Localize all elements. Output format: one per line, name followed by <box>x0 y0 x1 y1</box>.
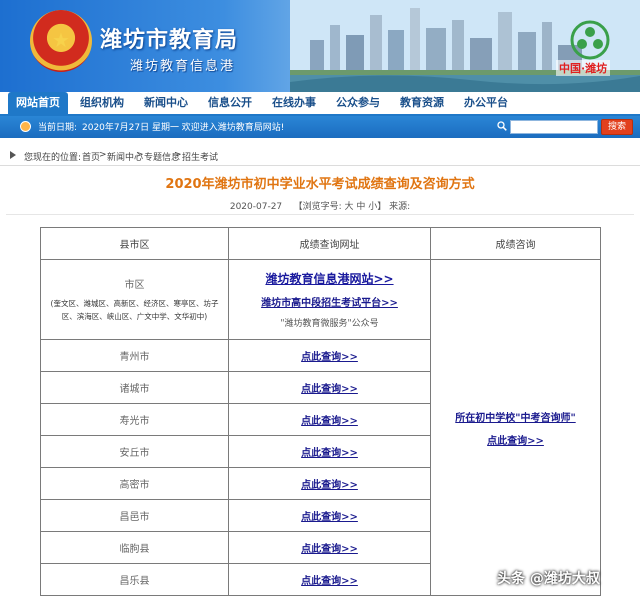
exam-platform-link[interactable]: 潍坊市高中段招生考试平台>> <box>261 298 398 309</box>
column-header: 成绩查询网址 <box>228 227 431 260</box>
nav-item-organization[interactable]: 组织机构 <box>72 92 132 114</box>
query-link[interactable]: 点此查询>> <box>301 384 358 395</box>
clock-icon <box>20 121 31 132</box>
article-date: 2020-07-27 <box>229 202 283 212</box>
column-header: 县市区 <box>40 227 229 260</box>
query-link[interactable]: 点此查询>> <box>301 448 358 459</box>
consult-cell: 所在初中学校"中考咨询师" 点此查询>> <box>430 259 601 596</box>
breadcrumb-separator: > <box>99 150 107 160</box>
score-query-table: 县市区 成绩查询网址 成绩咨询 市区 (奎文区、潍城区、高新区、经济区、寒亭区、… <box>40 227 601 596</box>
query-link[interactable]: 点此查询>> <box>301 576 358 587</box>
query-link[interactable]: 点此查询>> <box>301 352 358 363</box>
city-name: 临朐县 <box>40 531 229 564</box>
consult-query-link[interactable]: 点此查询>> <box>487 436 544 447</box>
table-row: 市区 (奎文区、潍城区、高新区、经济区、寒亭区、坊子区、滨海区、峡山区、广文中学… <box>40 259 601 596</box>
site-title: 潍坊市教育局 <box>100 28 239 53</box>
breadcrumb-item-admissions[interactable]: 招生考试 <box>182 150 218 163</box>
divider <box>6 214 634 215</box>
query-link[interactable]: 点此查询>> <box>301 416 358 427</box>
city-name: 诸城市 <box>40 371 229 404</box>
nav-item-office[interactable]: 办公平台 <box>456 92 516 114</box>
search-icon <box>497 121 507 131</box>
nav-item-news[interactable]: 新闻中心 <box>136 92 196 114</box>
nav-item-online-service[interactable]: 在线办事 <box>264 92 324 114</box>
city-name: 昌邑市 <box>40 499 229 532</box>
table-header-row: 县市区 成绩查询网址 成绩咨询 <box>40 227 601 260</box>
consult-text-link[interactable]: 所在初中学校"中考咨询师" <box>455 413 575 424</box>
city-name: 寿光市 <box>40 403 229 436</box>
wechat-account-text: "潍坊教育微服务"公众号 <box>280 319 379 329</box>
article-source-label: 来源: <box>389 202 411 212</box>
breadcrumb-arrow-icon <box>10 151 16 159</box>
city-cell: 市区 (奎文区、潍城区、高新区、经济区、寒亭区、坊子区、滨海区、峡山区、广文中学… <box>40 259 229 340</box>
search-button[interactable]: 搜索 <box>601 119 633 135</box>
site-subtitle: 潍坊教育信息港 <box>130 59 236 74</box>
main-nav: 网站首页 组织机构 新闻中心 信息公开 在线办事 公众参与 教育资源 办公平台 <box>0 92 640 116</box>
nav-item-home[interactable]: 网站首页 <box>8 92 68 114</box>
nav-item-disclosure[interactable]: 信息公开 <box>200 92 260 114</box>
district-list: (奎文区、潍城区、高新区、经济区、寒亭区、坊子区、滨海区、峡山区、广文中学、文华… <box>50 299 219 321</box>
city-name: 市区 <box>124 280 145 291</box>
breadcrumb-separator: > <box>136 150 144 160</box>
city-name: 昌乐县 <box>40 563 229 596</box>
query-link[interactable]: 点此查询>> <box>301 512 358 523</box>
article-meta: 2020-07-27 【浏览字号: 大 中 小】 来源: <box>0 199 640 212</box>
column-header: 成绩咨询 <box>430 227 601 260</box>
link-cell: 潍坊教育信息港网站>> 潍坊市高中段招生考试平台>> "潍坊教育微服务"公众号 <box>228 259 431 340</box>
city-name: 高密市 <box>40 467 229 500</box>
city-name: 安丘市 <box>40 435 229 468</box>
article-title: 2020年潍坊市初中学业水平考试成绩查询及咨询方式 <box>165 177 475 192</box>
date-label: 当前日期: <box>38 123 78 133</box>
breadcrumb-prefix: 您现在的位置: <box>24 153 82 163</box>
query-link[interactable]: 点此查询>> <box>301 544 358 555</box>
search-input[interactable] <box>510 120 598 134</box>
font-size-switch[interactable]: 【浏览字号: 大 中 小】 <box>294 202 387 212</box>
site-banner: ★ 潍坊市教育局 潍坊教育信息港 中国·潍坊 <box>0 0 640 92</box>
logo-icon <box>570 20 610 60</box>
date-value: 2020年7月27日 星期一 欢迎进入潍坊教育局网站! <box>82 123 285 133</box>
watermark: 头条 @潍坊大叔 <box>497 571 600 587</box>
nav-item-resources[interactable]: 教育资源 <box>392 92 452 114</box>
national-emblem-icon: ★ <box>30 10 92 72</box>
xinxigang-link[interactable]: 潍坊教育信息港网站>> <box>265 272 393 286</box>
date-bar: 当前日期: 2020年7月27日 星期一 欢迎进入潍坊教育局网站! 搜索 <box>0 116 640 138</box>
nav-item-participation[interactable]: 公众参与 <box>328 92 388 114</box>
breadcrumb-item-home[interactable]: 首页 <box>82 150 100 163</box>
city-name: 青州市 <box>40 339 229 372</box>
query-link[interactable]: 点此查询>> <box>301 480 358 491</box>
breadcrumb-separator: > <box>174 150 182 160</box>
breadcrumb: 您现在的位置: 首页 > 新闻中心 > 专题信息 > 招生考试 <box>0 146 640 166</box>
logo-text: 中国·潍坊 <box>556 60 611 76</box>
